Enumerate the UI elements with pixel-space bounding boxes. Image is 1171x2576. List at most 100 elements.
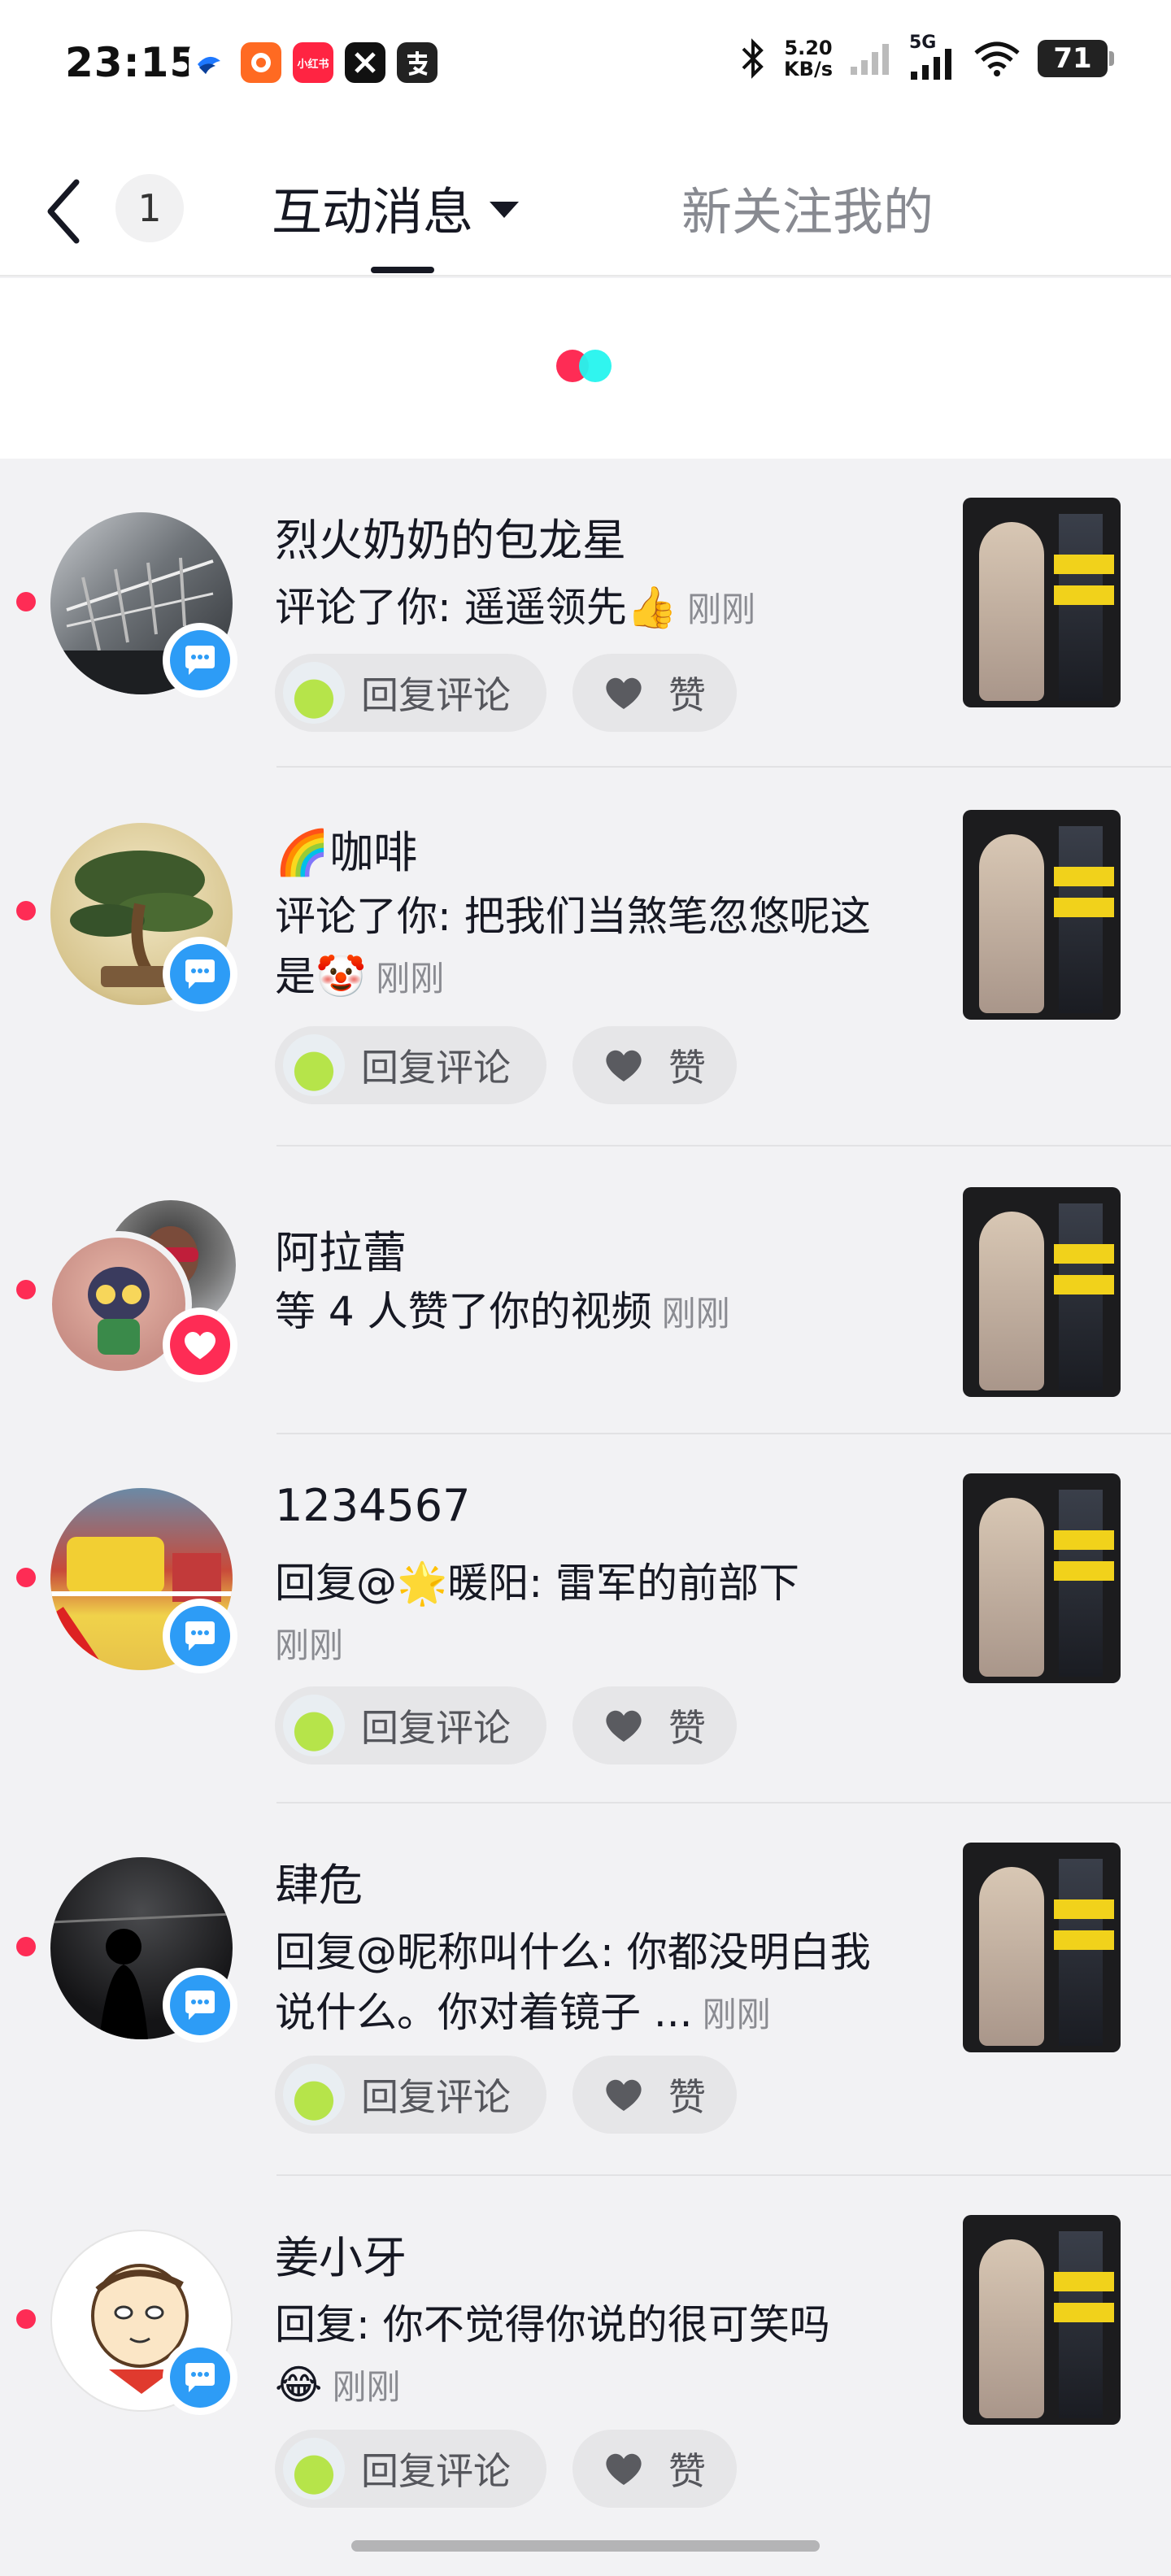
star-emoji: 🌟 bbox=[397, 1560, 448, 1607]
comment-badge bbox=[163, 1599, 237, 1673]
alipay-icon bbox=[397, 42, 437, 83]
notification-item[interactable]: 肆危 回复@昵称叫什么: 你都没明白我说什么。你对着镜子 ... 刚刚 回复评论 … bbox=[0, 1804, 1171, 2174]
heart-icon bbox=[606, 2453, 642, 2485]
reply-comment-button[interactable]: 回复评论 bbox=[275, 2430, 546, 2508]
home-indicator[interactable] bbox=[351, 2540, 820, 2552]
username[interactable]: 🌈咖啡 bbox=[275, 816, 417, 881]
comment-icon bbox=[185, 1621, 215, 1651]
heart-icon bbox=[606, 1710, 642, 1742]
network-speed: 5.20 KB/s bbox=[784, 37, 833, 80]
like-button[interactable]: 赞 bbox=[572, 2056, 737, 2134]
action-buttons: 回复评论 赞 bbox=[275, 1686, 737, 1764]
status-indicators: 5.20 KB/s 5G 71 bbox=[738, 33, 1114, 80]
unread-dot bbox=[16, 1280, 36, 1299]
username[interactable]: 姜小牙 bbox=[275, 2221, 407, 2286]
caret-down-icon bbox=[490, 202, 520, 218]
timestamp: 刚刚 bbox=[332, 2367, 401, 2407]
username[interactable]: 肆危 bbox=[275, 1849, 363, 1913]
video-thumbnail[interactable] bbox=[963, 1473, 1121, 1683]
comment-icon bbox=[185, 646, 215, 675]
tab-new-followers[interactable]: 新关注我的 bbox=[681, 171, 934, 244]
battery-indicator: 71 bbox=[1038, 40, 1114, 77]
action-buttons: 回复评论 赞 bbox=[275, 1026, 737, 1104]
comment-badge bbox=[163, 937, 237, 1012]
notification-item[interactable]: 1234567 回复@🌟暖阳: 雷军的前部下 刚刚 回复评论 赞 bbox=[0, 1434, 1171, 1802]
unread-dot bbox=[16, 1568, 36, 1587]
unread-dot bbox=[16, 1937, 36, 1956]
message-text: 回复: 你不觉得你说的很可笑吗 😂 刚刚 bbox=[275, 2301, 830, 2408]
comment-badge bbox=[163, 1968, 237, 2043]
message-text: 评论了你: 把我们当煞笔忽悠呢这是🤡 刚刚 bbox=[275, 893, 871, 1000]
like-button[interactable]: 赞 bbox=[572, 2430, 737, 2508]
message-text: 回复@昵称叫什么: 你都没明白我说什么。你对着镜子 ... 刚刚 bbox=[275, 1929, 871, 2036]
back-button[interactable] bbox=[41, 171, 89, 252]
active-tab-indicator bbox=[371, 267, 434, 273]
reply-comment-button[interactable]: 回复评论 bbox=[275, 2056, 546, 2134]
unread-dot bbox=[16, 2309, 36, 2329]
reply-comment-button[interactable]: 回复评论 bbox=[275, 1026, 546, 1104]
action-buttons: 回复评论 赞 bbox=[275, 654, 737, 732]
x-app-icon bbox=[345, 42, 385, 83]
notification-item[interactable]: 烈火奶奶的包龙星 评论了你: 遥遥领先👍 刚刚 回复评论 赞 bbox=[0, 459, 1171, 766]
message-text: 评论了你: 遥遥领先👍 刚刚 bbox=[275, 584, 756, 631]
notification-item[interactable]: 🌈咖啡 评论了你: 把我们当煞笔忽悠呢这是🤡 刚刚 回复评论 赞 bbox=[0, 768, 1171, 1145]
comment-icon bbox=[185, 1991, 215, 2020]
username[interactable]: 1234567 bbox=[275, 1480, 471, 1531]
heart-icon bbox=[606, 2079, 642, 2111]
tab-interaction-messages[interactable]: 互动消息 bbox=[272, 171, 520, 244]
message-text: 回复@🌟暖阳: 雷军的前部下 刚刚 bbox=[275, 1560, 800, 1665]
reply-comment-button[interactable]: 回复评论 bbox=[275, 654, 546, 732]
like-button[interactable]: 赞 bbox=[572, 1686, 737, 1764]
video-thumbnail[interactable] bbox=[963, 498, 1121, 707]
comment-badge bbox=[163, 2340, 237, 2415]
unread-dot bbox=[16, 592, 36, 611]
notification-app-icons: 小红书 bbox=[189, 42, 437, 83]
chevron-left-icon bbox=[47, 179, 80, 244]
status-bar: 23:15 小红书 5.20 KB/s 5G 71 bbox=[0, 0, 1171, 130]
username[interactable]: 阿拉蕾 bbox=[275, 1216, 407, 1281]
notification-item[interactable]: 姜小牙 回复: 你不觉得你说的很可笑吗 😂 刚刚 回复评论 赞 bbox=[0, 2176, 1171, 2542]
heart-icon bbox=[184, 1331, 216, 1360]
video-thumbnail[interactable] bbox=[963, 2215, 1121, 2425]
sticker-icon bbox=[283, 2438, 345, 2500]
video-thumbnail[interactable] bbox=[963, 1187, 1121, 1397]
like-badge bbox=[163, 1308, 237, 1382]
timestamp: 刚刚 bbox=[702, 1995, 771, 2034]
unread-dot bbox=[16, 901, 36, 920]
rainbow-emoji: 🌈 bbox=[275, 827, 330, 878]
comment-icon bbox=[185, 2363, 215, 2392]
status-time: 23:15 bbox=[65, 39, 199, 86]
sticker-icon bbox=[283, 2064, 345, 2126]
timestamp: 刚刚 bbox=[687, 590, 756, 629]
like-button[interactable]: 赞 bbox=[572, 1026, 737, 1104]
timestamp: 刚刚 bbox=[376, 959, 445, 999]
thumbs-up-emoji: 👍 bbox=[626, 584, 678, 631]
sticker-icon bbox=[283, 1695, 345, 1756]
xiaohongshu-icon: 小红书 bbox=[293, 42, 333, 83]
sticker-icon bbox=[283, 1034, 345, 1096]
loading-dot-cyan bbox=[579, 350, 612, 382]
notification-item[interactable]: 阿拉蕾 等 4 人赞了你的视频 刚刚 bbox=[0, 1147, 1171, 1433]
clown-emoji: 🤡 bbox=[316, 953, 367, 1000]
signal-icon-sim1 bbox=[851, 44, 889, 75]
laughing-emoji: 😂 bbox=[275, 2361, 323, 2408]
message-text: 等 4 人赞了你的视频 刚刚 bbox=[275, 1288, 730, 1335]
action-buttons: 回复评论 赞 bbox=[275, 2430, 737, 2508]
heart-icon bbox=[606, 1050, 642, 1081]
timestamp: 刚刚 bbox=[661, 1294, 730, 1334]
comment-badge bbox=[163, 623, 237, 698]
ticket-app-icon bbox=[189, 42, 229, 83]
like-button[interactable]: 赞 bbox=[572, 654, 737, 732]
unread-count-badge[interactable]: 1 bbox=[115, 174, 184, 242]
username[interactable]: 烈火奶奶的包龙星 bbox=[275, 504, 626, 568]
reply-comment-button[interactable]: 回复评论 bbox=[275, 1686, 546, 1764]
bluetooth-icon bbox=[742, 38, 764, 79]
refresh-loading-area bbox=[0, 278, 1171, 459]
heart-icon bbox=[606, 677, 642, 709]
orange-app-icon bbox=[241, 42, 281, 83]
sticker-icon bbox=[283, 662, 345, 724]
video-thumbnail[interactable] bbox=[963, 1843, 1121, 2052]
action-buttons: 回复评论 赞 bbox=[275, 2056, 737, 2134]
video-thumbnail[interactable] bbox=[963, 810, 1121, 1020]
signal-icon-5g: 5G bbox=[909, 33, 956, 80]
